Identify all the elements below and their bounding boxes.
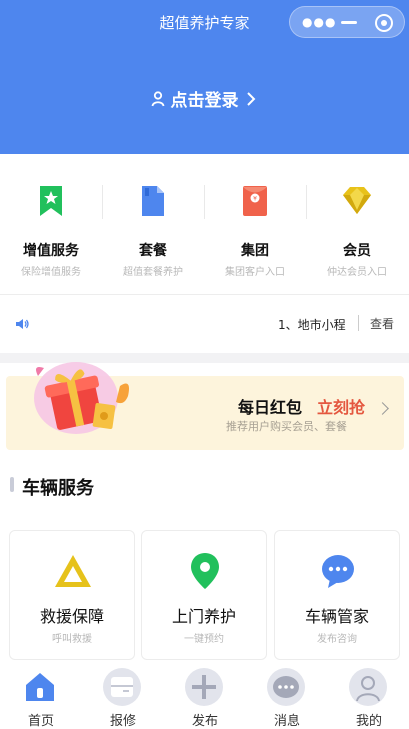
warning-triangle-icon <box>53 551 93 591</box>
tab-repair[interactable]: 报修 <box>82 660 164 729</box>
tab-label: 首页 <box>27 714 54 729</box>
service-label: 救援保障 <box>39 607 104 626</box>
document-icon <box>136 184 170 218</box>
svg-text:¥: ¥ <box>253 196 257 203</box>
menu-item-group[interactable]: ¥ 集团 集团客户入口 <box>204 154 306 294</box>
menu-sublabel: 保险增值服务 <box>21 267 81 278</box>
menu-item-value-added[interactable]: 增值服务 保险增值服务 <box>0 154 102 294</box>
gift-box-illustration <box>28 356 138 438</box>
notice-text: 1、地市小程 <box>278 318 346 332</box>
tab-label: 报修 <box>109 714 136 729</box>
repair-icon <box>103 668 141 706</box>
bottom-tab-bar: 首页 报修 发布 消息 我的 <box>0 660 409 729</box>
divider <box>358 315 359 331</box>
tab-mine[interactable]: 我的 <box>328 660 409 729</box>
user-outline-icon <box>151 89 171 109</box>
service-sublabel: 发布咨询 <box>317 634 357 645</box>
tab-publish[interactable]: 发布 <box>164 660 246 729</box>
chevron-right-icon <box>376 402 389 415</box>
diamond-icon <box>340 184 374 218</box>
tab-home[interactable]: 首页 <box>0 660 82 729</box>
menu-item-package[interactable]: 套餐 超值套餐养护 <box>102 154 204 294</box>
section-title: 车辆服务 <box>22 478 94 499</box>
menu-label: 套餐 <box>139 243 167 259</box>
bookmark-star-icon <box>34 184 68 218</box>
section-accent-bar <box>10 477 14 492</box>
close-icon[interactable] <box>375 14 393 32</box>
service-card-rescue[interactable]: 救援保障 呼叫救援 <box>9 530 135 660</box>
menu-sublabel: 仲达会员入口 <box>327 267 387 278</box>
chat-bubble-icon <box>318 551 358 591</box>
service-card-vehicle-steward[interactable]: 车辆管家 发布咨询 <box>274 530 400 660</box>
speaker-icon <box>14 316 30 332</box>
menu-sublabel: 集团客户入口 <box>225 267 285 278</box>
home-icon <box>21 668 59 706</box>
location-pin-icon <box>185 551 225 591</box>
notice-bar[interactable]: 1、地市小程 查看 <box>0 295 409 353</box>
tab-label: 消息 <box>273 714 300 729</box>
service-label: 车辆管家 <box>304 607 369 626</box>
plus-icon <box>185 668 223 706</box>
menu-label: 增值服务 <box>23 243 79 259</box>
tab-messages[interactable]: 消息 <box>246 660 328 729</box>
user-icon <box>349 668 387 706</box>
tab-label: 发布 <box>191 714 218 729</box>
menu-item-member[interactable]: 会员 仲达会员入口 <box>306 154 408 294</box>
mini-program-capsule: ●●● <box>289 6 405 38</box>
menu-sublabel: 超值套餐养护 <box>123 267 183 278</box>
menu-label: 集团 <box>241 243 269 259</box>
banner-action[interactable]: 立刻抢 <box>317 394 365 418</box>
service-sublabel: 呼叫救援 <box>52 634 92 645</box>
banner-subtitle: 推荐用户购买会员、套餐 <box>226 420 347 433</box>
login-button[interactable]: 点击登录 <box>0 86 409 111</box>
login-label: 点击登录 <box>170 91 239 111</box>
notice-more-link[interactable]: 查看 <box>370 315 394 332</box>
tab-label: 我的 <box>355 714 382 729</box>
minimize-icon[interactable] <box>341 21 357 24</box>
quick-menu: 增值服务 保险增值服务 套餐 超值套餐养护 ¥ 集团 集团客户入口 会员 仲达会… <box>0 154 409 294</box>
message-icon <box>267 668 305 706</box>
service-label: 上门养护 <box>171 607 236 626</box>
service-card-door-maintenance[interactable]: 上门养护 一键预约 <box>141 530 267 660</box>
red-envelope-icon: ¥ <box>238 184 272 218</box>
service-sublabel: 一键预约 <box>184 634 224 645</box>
banner-title: 每日红包 <box>238 398 303 417</box>
header: 超值养护专家 ●●● 点击登录 <box>0 0 409 154</box>
chevron-right-icon <box>244 89 258 109</box>
menu-label: 会员 <box>343 243 371 259</box>
more-dots-icon[interactable]: ●●● <box>302 15 335 29</box>
